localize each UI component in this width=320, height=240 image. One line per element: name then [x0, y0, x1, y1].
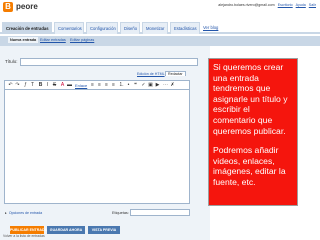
user-links: alejandro.bolaes.rivero@gmail.com Escrit… [218, 3, 316, 7]
formatting-toolbar: ↶ ↷ ƒ T B I S A ▬ Enlace ≡ ≡ ≡ ≡ ⒈ • ❝ ✓… [4, 80, 190, 90]
strikethrough-icon[interactable]: S [51, 82, 58, 89]
post-options-toggle[interactable]: ▸ Opciones de entrada [5, 211, 42, 215]
blogger-logo-icon: B [3, 2, 13, 12]
link-dashboard[interactable]: Escritorio [278, 3, 293, 7]
bold-icon[interactable]: B [37, 82, 44, 89]
quote-icon[interactable]: ❝ [132, 82, 139, 89]
labels-label: Etiquetas: [112, 211, 129, 215]
spellcheck-icon[interactable]: ✓ [140, 82, 147, 89]
subtab-new-post[interactable]: Nueva entrada [8, 37, 39, 43]
video-icon[interactable]: ▶ [154, 82, 161, 89]
jump-break-icon[interactable]: ⋯ [162, 82, 169, 89]
italic-icon[interactable]: I [44, 82, 51, 89]
text-color-icon[interactable]: A [59, 82, 66, 89]
title-label: Título: [5, 59, 18, 64]
title-input[interactable] [20, 58, 198, 66]
tab-layout[interactable]: Diseño [120, 22, 140, 34]
top-bar: B peore alejandro.bolaes.rivero@gmail.co… [0, 0, 320, 14]
font-icon[interactable]: ƒ [22, 82, 29, 89]
undo-icon[interactable]: ↶ [7, 82, 14, 89]
note-paragraph-1: Si queremos crear una entrada tendremos … [213, 62, 288, 136]
font-size-icon[interactable]: T [29, 82, 36, 89]
subtab-edit-posts[interactable]: Editar entradas [40, 38, 66, 42]
post-options-label: Opciones de entrada [8, 211, 43, 215]
highlight-icon[interactable]: ▬ [66, 82, 73, 89]
preview-button[interactable]: VISTA PREVIA [88, 226, 120, 234]
tab-monetize[interactable]: Monetizar [142, 22, 168, 34]
sub-tabs: Nueva entrada Editar entradas Editar pág… [0, 36, 320, 46]
save-now-button[interactable]: GUARDAR AHORA [47, 226, 85, 234]
tab-edit-html[interactable]: Edición de HTML [137, 72, 165, 76]
align-left-icon[interactable]: ≡ [89, 82, 96, 89]
link-button[interactable]: Enlace [75, 82, 87, 89]
tab-posting[interactable]: Creación de entradas [2, 22, 52, 34]
annotation-note: Si queremos crear una entrada tendremos … [208, 58, 298, 206]
post-body-textarea[interactable] [4, 90, 190, 204]
subtab-edit-pages[interactable]: Editar páginas [70, 38, 94, 42]
link-help[interactable]: Ayuda [296, 3, 306, 7]
tab-view-blog[interactable]: Ver blog [200, 22, 220, 34]
align-right-icon[interactable]: ≡ [103, 82, 110, 89]
tab-settings[interactable]: Configuración [86, 22, 118, 34]
labels-input[interactable] [130, 209, 190, 216]
tab-stats[interactable]: Estadísticas [170, 22, 200, 34]
align-center-icon[interactable]: ≡ [96, 82, 103, 89]
numbered-list-icon[interactable]: ⒈ [118, 82, 125, 89]
tab-comments[interactable]: Comentarios [54, 22, 84, 34]
image-icon[interactable]: ▣ [147, 82, 154, 89]
link-signout[interactable]: Salir [309, 3, 316, 7]
editor-panel: Título: Edición de HTML Redactar ↶ ↷ ƒ T… [0, 46, 210, 240]
tab-compose[interactable]: Redactar [165, 71, 186, 76]
expand-arrow-icon: ▸ [5, 211, 7, 215]
bulleted-list-icon[interactable]: • [125, 82, 132, 89]
user-email: alejandro.bolaes.rivero@gmail.com [218, 3, 275, 7]
blog-name: peore [16, 2, 38, 11]
publish-button[interactable]: PUBLICAR ENTRADA [10, 226, 47, 234]
note-paragraph-2: Podremos añadir videos, enlaces, imágene… [213, 145, 286, 187]
redo-icon[interactable]: ↷ [14, 82, 21, 89]
back-to-posts-link[interactable]: Volver a la lista de entradas [3, 234, 45, 238]
justify-icon[interactable]: ≡ [110, 82, 117, 89]
remove-format-icon[interactable]: ✗ [169, 82, 176, 89]
main-tabs: Creación de entradas Comentarios Configu… [0, 22, 320, 34]
